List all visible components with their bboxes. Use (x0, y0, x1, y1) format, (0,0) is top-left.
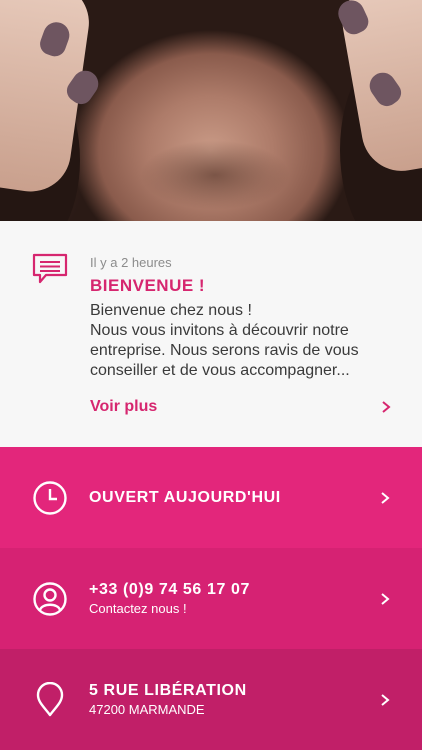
chevron-right-icon (381, 592, 390, 605)
hero-photo (0, 0, 422, 221)
chevron-right-icon (381, 693, 390, 706)
user-circle-icon (33, 581, 67, 616)
message-body: Bienvenue chez nous ! Nous vous invitons… (90, 301, 389, 381)
message-body-line: entreprise. Nous serons ravis de vous (90, 342, 359, 359)
see-more-link[interactable]: Voir plus (90, 395, 392, 419)
opening-hours-row[interactable]: OUVERT AUJOURD'HUI (0, 447, 422, 548)
phone-subtitle: Contactez nous ! (89, 601, 187, 616)
message-timestamp: Il y a 2 heures (90, 255, 172, 270)
opening-hours-title: OUVERT AUJOURD'HUI (89, 488, 281, 506)
phone-row[interactable]: +33 (0)9 74 56 17 07 Contactez nous ! (0, 548, 422, 649)
see-more-label: Voir plus (90, 398, 158, 415)
clock-icon (33, 480, 67, 515)
message-body-line: Bienvenue chez nous ! (90, 302, 252, 319)
message-icon (32, 253, 68, 284)
address-street: 5 RUE LIBÉRATION (89, 682, 247, 699)
phone-number: +33 (0)9 74 56 17 07 (89, 581, 251, 598)
location-pin-icon (36, 681, 64, 716)
message-body-line: Nous vous invitons à découvrir notre (90, 322, 349, 339)
message-title: BIENVENUE ! (90, 276, 206, 295)
address-city: 47200 MARMANDE (89, 702, 205, 717)
chevron-right-icon (381, 491, 390, 504)
chevron-right-icon (382, 401, 391, 413)
message-card[interactable]: Il y a 2 heures BIENVENUE ! Bienvenue ch… (0, 221, 422, 447)
address-row[interactable]: 5 RUE LIBÉRATION 47200 MARMANDE (0, 649, 422, 750)
message-body-line: conseiller et de vous accompagner... (90, 362, 350, 379)
